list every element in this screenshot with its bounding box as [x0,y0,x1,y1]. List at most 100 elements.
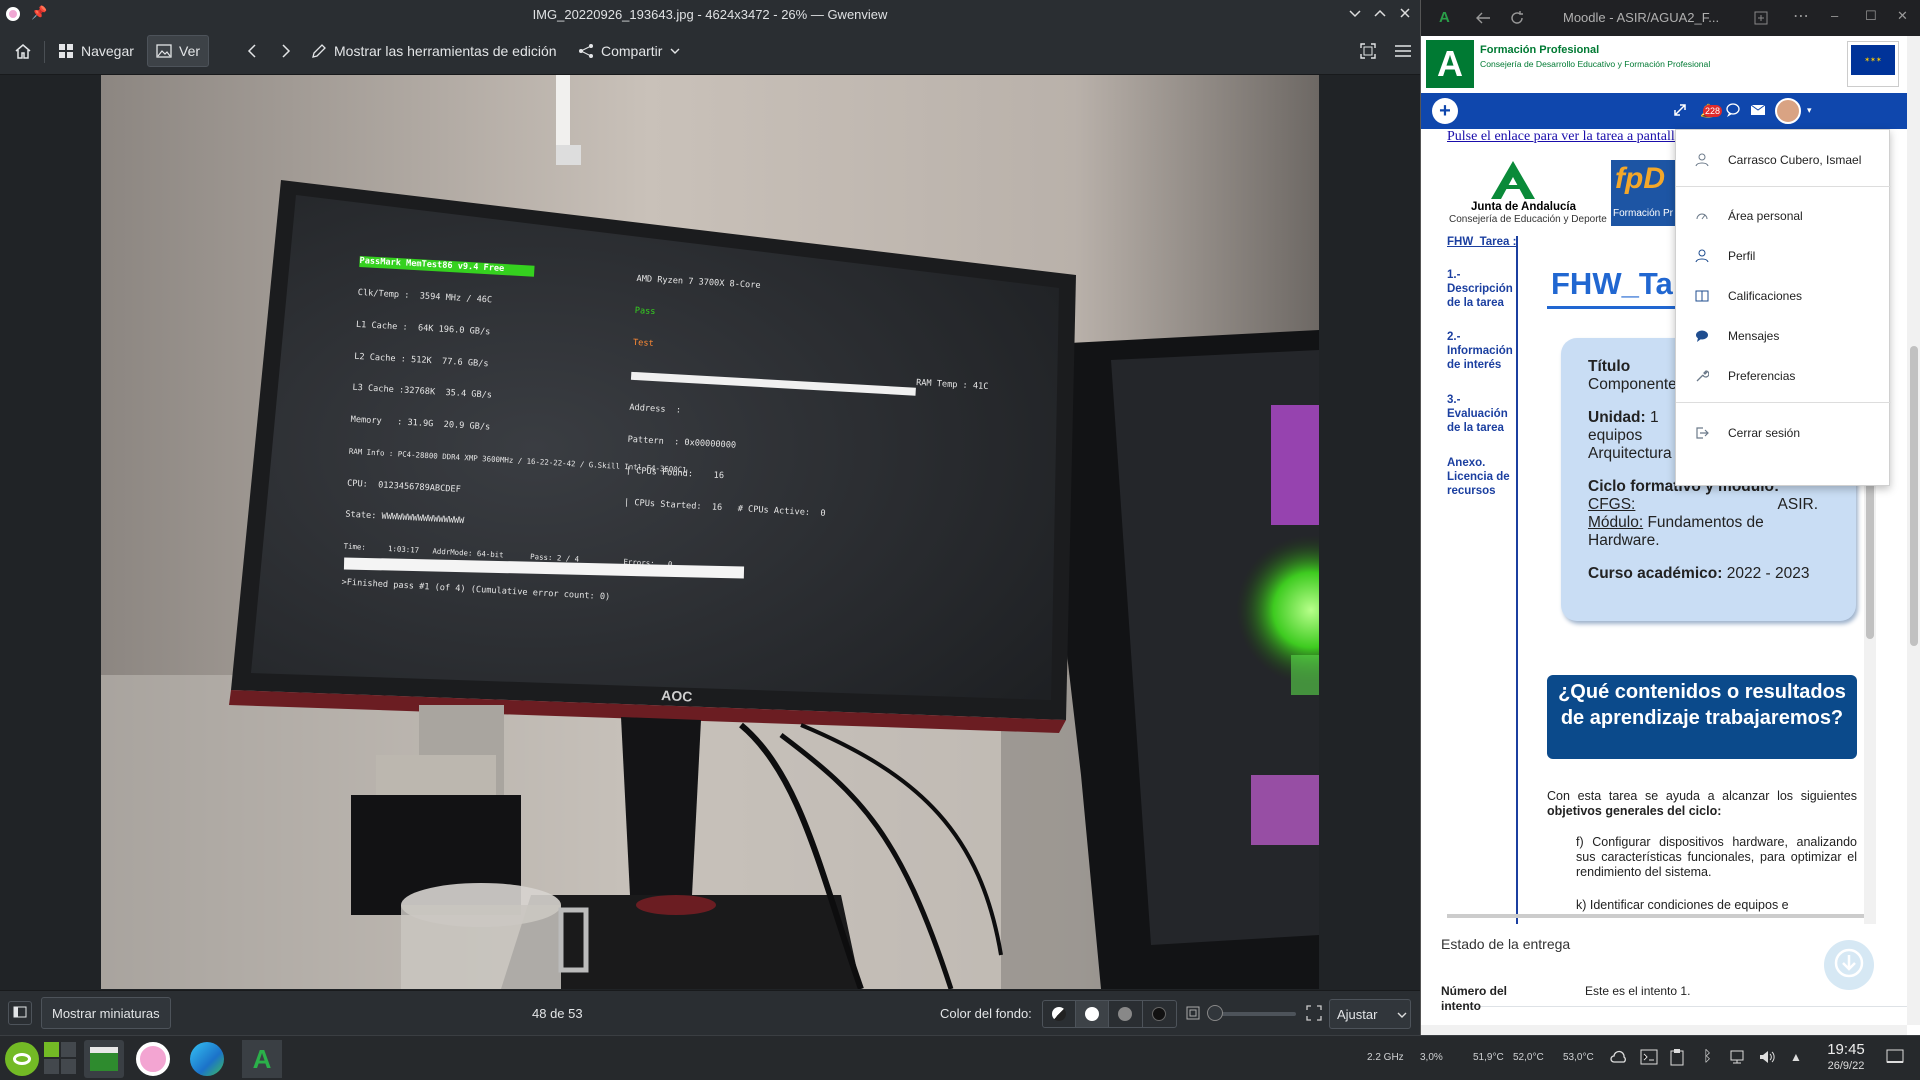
maximize-chevron-icon[interactable] [1373,6,1387,23]
task-nav-item-1[interactable]: 1.- Descripción de la tarea [1447,268,1517,310]
objectives-intro-text: Con esta tarea se ayuda a alcanzar los s… [1547,789,1857,803]
bg-gray-button[interactable] [1109,1001,1143,1027]
taskbar-app-dolphin[interactable] [84,1040,124,1078]
zoom-mode-dropdown[interactable]: Ajustar [1329,999,1411,1029]
chevron-left-icon [246,43,258,59]
comment-icon [1676,329,1728,343]
gray-dot-icon [1118,1007,1133,1021]
window-hscrollbar[interactable] [1421,1025,1907,1035]
task-nav-item-2[interactable]: 2.- Información de interés [1447,330,1517,372]
bg-auto-button[interactable] [1043,1001,1076,1027]
terminal-icon[interactable] [1640,1049,1658,1070]
pager[interactable] [44,1042,76,1074]
clock-date[interactable]: 26/9/22 [1820,1060,1872,1072]
task-nav-item-4[interactable]: Anexo. Licencia de recursos [1447,456,1517,498]
curso-value: 2022 - 2023 [1726,565,1810,582]
minimize-icon[interactable]: – [1831,8,1838,23]
zoom-fill-icon[interactable] [1306,1005,1322,1024]
add-button[interactable]: + [1432,98,1458,124]
network-icon[interactable] [1729,1048,1747,1071]
iframe-scrollbar[interactable] [1447,914,1867,918]
bg-color-label: Color del fondo: [940,1006,1032,1021]
sidebar-toggle-button[interactable] [8,1001,32,1025]
avatar[interactable] [1775,98,1801,124]
fullscreen-button[interactable] [1351,35,1385,67]
close-icon[interactable]: ✕ [1897,8,1908,24]
menu-item-logout[interactable]: Cerrar sesión [1676,413,1891,453]
temperature-3: 53,0°C [1563,1052,1594,1063]
clock-time[interactable]: 19:45 [1820,1041,1872,1058]
clipboard-icon[interactable] [1670,1048,1684,1071]
chevron-down-icon [669,45,681,57]
more-icon[interactable]: ⋯ [1793,6,1809,26]
app-launcher-button[interactable] [5,1042,39,1076]
moodle-tab-icon: A [1439,9,1450,26]
user-name: Carrasco Cubero, Ismael [1728,153,1862,167]
menu-item-dashboard[interactable]: Área personal [1676,196,1891,236]
taskbar-app-moodle[interactable]: A [242,1040,282,1078]
refresh-icon[interactable] [1509,10,1525,29]
navigate-label: Navegar [81,43,134,59]
show-thumbnails-button[interactable]: Mostrar miniaturas [41,997,171,1029]
home-button[interactable] [6,35,40,67]
image-icon [156,43,172,59]
close-icon[interactable] [1398,6,1412,23]
menu-item-grades-label: Calificaciones [1728,289,1803,303]
junta-logo[interactable]: A [1426,40,1474,88]
bluetooth-icon[interactable]: ᛒ [1703,1048,1712,1065]
task-nav-title[interactable]: FHW_Tarea : [1447,236,1516,248]
cfgs-label: CFGS: [1588,496,1636,513]
view-button[interactable]: Ver [147,35,210,67]
navigate-button[interactable]: Navegar [50,35,142,67]
maximize-icon[interactable]: ☐ [1865,8,1877,24]
pattern-line-1: Pattern : 0x00000000 [627,434,737,451]
objective-k: k) Identificar condiciones de equipos e [1576,898,1789,912]
contrast-icon [1051,1007,1066,1021]
menu-item-profile[interactable]: Perfil [1676,236,1891,276]
menu-item-preferences-label: Preferencias [1728,369,1796,383]
task-nav-item-3[interactable]: 3.- Evaluación de la tarea [1447,393,1517,435]
taskbar-app-edge[interactable] [190,1042,224,1076]
previous-button[interactable] [238,35,266,67]
share-button[interactable]: Compartir [570,35,689,67]
window-scrollbar-thumb[interactable] [1910,346,1918,646]
menu-item-grades[interactable]: Calificaciones [1676,276,1891,316]
tray-expand-icon[interactable]: ▲ [1790,1050,1802,1064]
menu-item-messages[interactable]: Mensajes [1676,316,1891,356]
opensuse-icon [13,1053,31,1065]
monitor-brand: AOC [661,687,693,705]
share-icon [578,43,594,59]
brand-subtitle: Consejería de Desarrollo Educativo y For… [1480,59,1711,69]
bg-black-button[interactable] [1143,1001,1176,1027]
profile-icon [1676,249,1728,263]
zoom-fit-icon[interactable] [1186,1006,1200,1023]
next-button[interactable] [272,35,300,67]
fullscreen-icon [1359,42,1377,60]
taskbar-app-gwenview[interactable] [136,1042,170,1076]
scroll-down-button[interactable] [1824,940,1874,990]
edit-tools-button[interactable]: Mostrar las herramientas de edición [303,35,565,67]
menu-item-preferences[interactable]: Preferencias [1676,356,1891,396]
chat-icon[interactable] [1725,102,1741,123]
volume-icon[interactable] [1758,1048,1776,1071]
sidebar-icon [13,1006,27,1021]
junta-subtitle: Consejería de Educación y Deporte [1449,214,1607,225]
show-desktop-icon[interactable] [1886,1049,1904,1070]
cloud-icon[interactable] [1610,1049,1628,1068]
photo-view[interactable]: AOC PassMark MemTest86 v9.4 Free Clk/Tem… [101,75,1319,989]
title-bar: 📌 IMG_20220926_193643.jpg - 4624x3472 - … [0,0,1420,29]
window-scrollbar-track[interactable] [1907,36,1920,1025]
expand-icon[interactable] [1673,103,1687,122]
zoom-slider-handle[interactable] [1207,1005,1223,1021]
bg-white-button[interactable] [1075,1001,1110,1027]
tab-title[interactable]: Moodle - ASIR/AGUA2_F... [1563,10,1719,25]
mail-icon[interactable] [1750,103,1766,122]
hamburger-menu-button[interactable] [1386,35,1420,67]
share-label: Compartir [601,43,663,59]
moodle-page: A Formación Profesional Consejería de De… [1421,36,1907,1025]
caret-down-icon[interactable]: ▾ [1807,105,1812,116]
back-icon[interactable] [1475,10,1491,29]
app-install-icon[interactable] [1753,10,1769,29]
minimize-chevron-icon[interactable] [1348,6,1362,23]
pencil-icon [311,43,327,59]
